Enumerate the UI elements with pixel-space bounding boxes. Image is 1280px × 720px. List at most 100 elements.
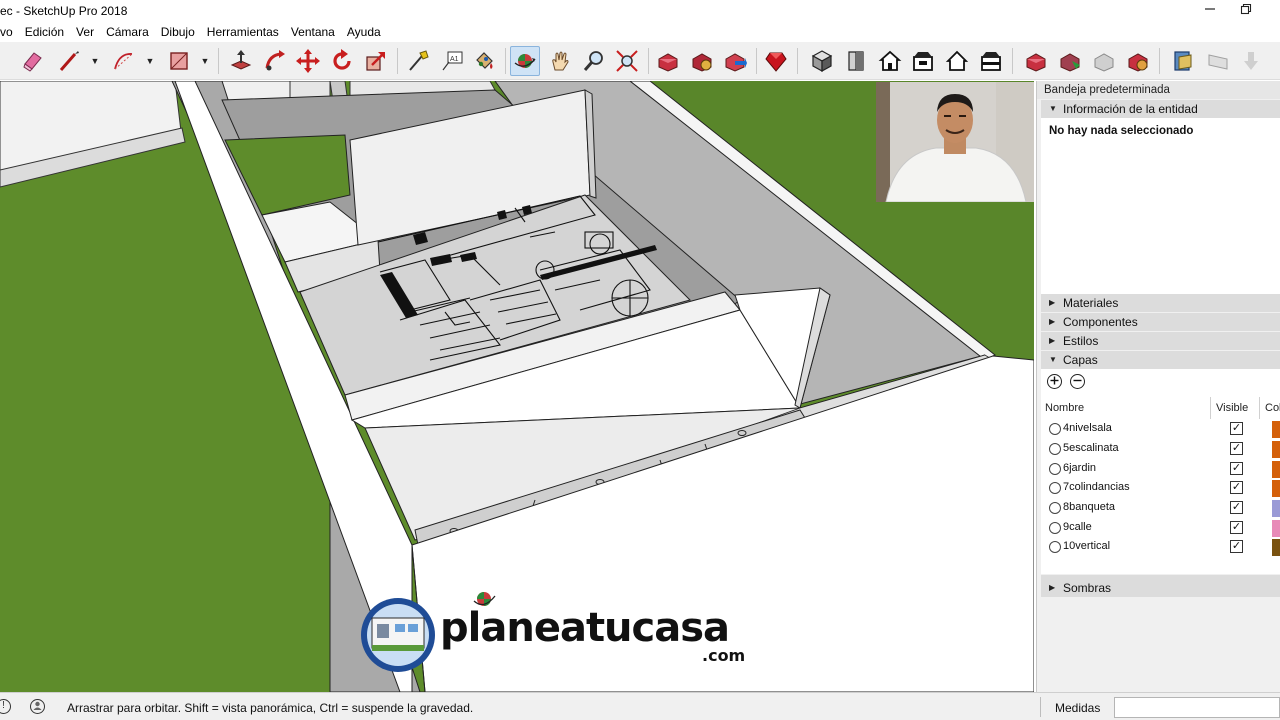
layer-row[interactable]: 9calle ✓ — [1041, 518, 1280, 538]
styles-header[interactable]: ▶ Estilos — [1041, 332, 1280, 350]
menu-edicion[interactable]: Edición — [19, 25, 70, 39]
line-tool-button[interactable] — [54, 46, 84, 76]
display-section-button[interactable] — [1202, 46, 1232, 76]
active-layer-radio[interactable] — [1049, 482, 1061, 494]
menu-herramientas[interactable]: Herramientas — [201, 25, 285, 39]
tape-measure-tool-button[interactable] — [403, 46, 433, 76]
shadows-header[interactable]: ▶ Sombras — [1041, 579, 1280, 597]
move-tool-button[interactable] — [293, 46, 323, 76]
rectangle-tool-dropdown[interactable]: ▼ — [200, 56, 210, 66]
layer-visible-checkbox[interactable]: ✓ — [1230, 422, 1243, 435]
layer-row[interactable]: 4nivelsala ✓ — [1041, 419, 1280, 439]
layer-name: 6jardin — [1063, 462, 1097, 474]
entity-info-title: Información de la entidad — [1063, 102, 1198, 116]
right-view-icon — [913, 52, 933, 71]
download-button[interactable] — [1236, 46, 1266, 76]
title-bar: ec - SketchUp Pro 2018 — [0, 0, 1280, 22]
minimize-icon — [1205, 8, 1215, 10]
top-view-button[interactable] — [841, 46, 871, 76]
photo-textures-button[interactable] — [1089, 46, 1119, 76]
push-pull-tool-button[interactable] — [226, 46, 256, 76]
components-header[interactable]: ▶ Componentes — [1041, 313, 1280, 331]
toggle-terrain-button[interactable] — [1055, 46, 1085, 76]
back-view-button[interactable] — [942, 46, 972, 76]
warehouse-button[interactable] — [653, 46, 683, 76]
pan-tool-button[interactable] — [545, 46, 575, 76]
active-layer-radio[interactable] — [1049, 522, 1061, 534]
top-view-icon — [848, 51, 864, 71]
share-model-button[interactable] — [720, 46, 750, 76]
text-tool-button[interactable]: A1 — [437, 46, 467, 76]
measurements-input[interactable] — [1114, 697, 1280, 718]
active-layer-radio[interactable] — [1049, 463, 1061, 475]
add-layer-button[interactable] — [1047, 374, 1062, 389]
menu-archivo[interactable]: vo — [0, 25, 19, 39]
entity-info-header[interactable]: ▼ Información de la entidad — [1041, 100, 1280, 118]
photo-textures-icon — [1094, 53, 1114, 72]
active-layer-radio[interactable] — [1049, 443, 1061, 455]
menu-ver[interactable]: Ver — [70, 25, 100, 39]
geo-location-icon[interactable]: ! — [0, 699, 11, 714]
rectangle-tool-button[interactable] — [164, 46, 194, 76]
layers-header[interactable]: ▼ Capas — [1041, 351, 1280, 369]
remove-layer-button[interactable] — [1070, 374, 1085, 389]
front-view-button[interactable] — [875, 46, 905, 76]
menu-ventana[interactable]: Ventana — [285, 25, 341, 39]
eraser-tool-button[interactable] — [18, 46, 48, 76]
layer-visible-checkbox[interactable]: ✓ — [1230, 521, 1243, 534]
layer-color-swatch[interactable] — [1272, 461, 1280, 478]
section-plane-button[interactable] — [1168, 46, 1198, 76]
layer-color-swatch[interactable] — [1272, 500, 1280, 517]
layer-visible-checkbox[interactable]: ✓ — [1230, 540, 1243, 553]
iso-view-button[interactable] — [807, 46, 837, 76]
menu-dibujo[interactable]: Dibujo — [155, 25, 201, 39]
presenter-video-image — [876, 82, 1034, 202]
shadows-title: Sombras — [1063, 581, 1112, 595]
orbit-tool-button[interactable] — [510, 46, 540, 76]
preview-google-earth-button[interactable] — [1123, 46, 1153, 76]
layer-color-swatch[interactable] — [1272, 441, 1280, 458]
layer-row[interactable]: 5escalinata ✓ — [1041, 439, 1280, 459]
layer-color-swatch[interactable] — [1272, 421, 1280, 438]
layer-row[interactable]: 8banqueta ✓ — [1041, 498, 1280, 518]
paint-bucket-tool-button[interactable] — [469, 46, 499, 76]
layers-column-name[interactable]: Nombre — [1045, 402, 1084, 414]
ruby-console-button[interactable] — [761, 46, 791, 76]
layer-visible-checkbox[interactable]: ✓ — [1230, 501, 1243, 514]
layer-visible-checkbox[interactable]: ✓ — [1230, 481, 1243, 494]
column-divider — [1210, 397, 1211, 419]
layer-row[interactable]: 6jardin ✓ — [1041, 459, 1280, 479]
menu-ayuda[interactable]: Ayuda — [341, 25, 387, 39]
layers-column-color[interactable]: Col — [1265, 402, 1280, 414]
layer-visible-checkbox[interactable]: ✓ — [1230, 442, 1243, 455]
layer-color-swatch[interactable] — [1272, 480, 1280, 497]
menu-camara[interactable]: Cámara — [100, 25, 155, 39]
layer-color-swatch[interactable] — [1272, 539, 1280, 556]
active-layer-radio[interactable] — [1049, 541, 1061, 553]
user-account-icon[interactable] — [30, 699, 45, 714]
active-layer-radio[interactable] — [1049, 502, 1061, 514]
layer-visible-checkbox[interactable]: ✓ — [1230, 462, 1243, 475]
zoom-extents-tool-button[interactable] — [612, 46, 642, 76]
left-view-button[interactable] — [976, 46, 1006, 76]
layer-row[interactable]: 10vertical ✓ — [1041, 537, 1280, 557]
scale-tool-button[interactable] — [361, 46, 391, 76]
arc-tool-button[interactable] — [108, 46, 138, 76]
column-divider — [1259, 397, 1260, 419]
active-layer-radio[interactable] — [1049, 423, 1061, 435]
extension-warehouse-button[interactable] — [687, 46, 717, 76]
add-location-button[interactable] — [1021, 46, 1051, 76]
rotate-tool-button[interactable] — [327, 46, 357, 76]
line-tool-icon — [59, 51, 79, 71]
minimize-button[interactable] — [1196, 1, 1224, 21]
arc-tool-dropdown[interactable]: ▼ — [145, 56, 155, 66]
layers-column-visible[interactable]: Visible — [1216, 402, 1248, 414]
line-tool-dropdown[interactable]: ▼ — [90, 56, 100, 66]
zoom-tool-button[interactable] — [579, 46, 609, 76]
materials-header[interactable]: ▶ Materiales — [1041, 294, 1280, 312]
maximize-button[interactable] — [1232, 1, 1260, 21]
layer-color-swatch[interactable] — [1272, 520, 1280, 537]
layer-row[interactable]: 7colindancias ✓ — [1041, 478, 1280, 498]
right-view-button[interactable] — [908, 46, 938, 76]
follow-me-tool-button[interactable] — [260, 46, 290, 76]
